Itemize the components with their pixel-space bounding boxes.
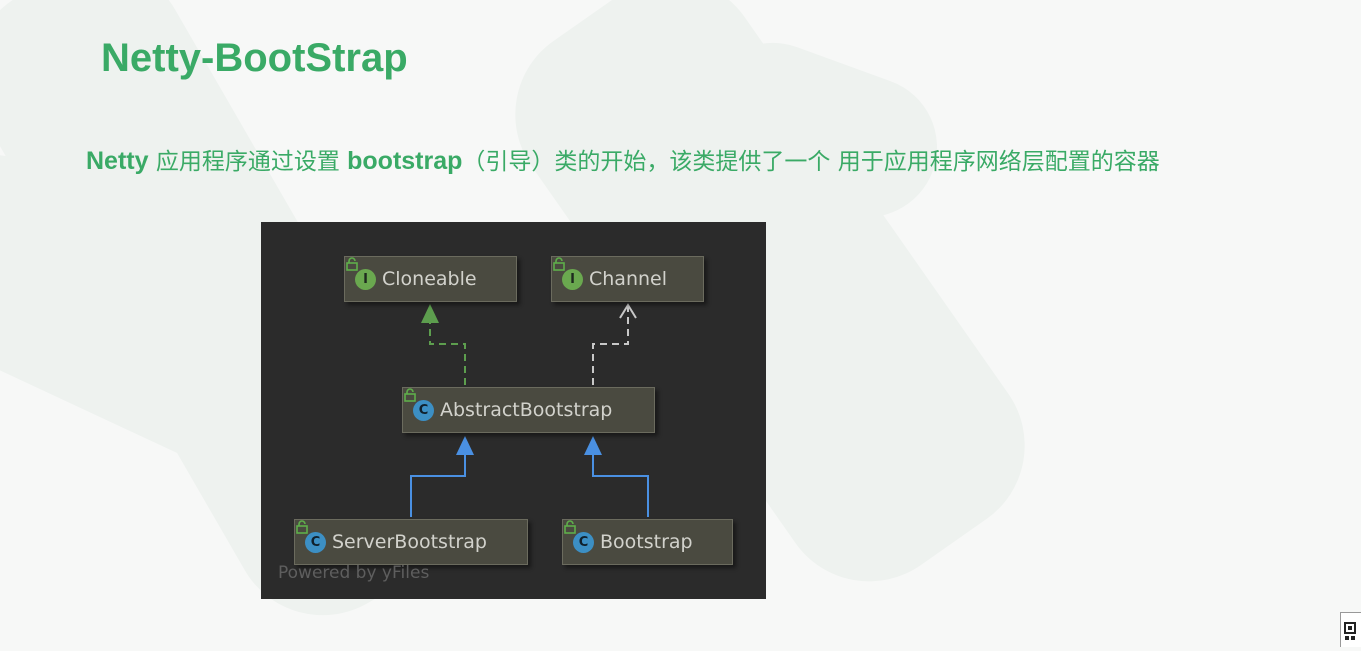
- qr-code-glyph: [1344, 622, 1356, 640]
- edge-abstract-cloneable: [429, 318, 466, 385]
- qr-code-icon[interactable]: [1340, 612, 1361, 647]
- node-label: ServerBootstrap: [332, 531, 487, 553]
- lock-icon: [553, 257, 565, 271]
- node-server-bootstrap[interactable]: C ServerBootstrap: [294, 519, 528, 565]
- yfiles-watermark: Powered by yFiles: [278, 563, 430, 583]
- description-text-2: （引导）类的开始，该类提供了一个 用于应用程序网络层配置的容器: [462, 149, 1160, 175]
- edge-server-abstract: [410, 452, 466, 517]
- node-label: AbstractBootstrap: [440, 399, 613, 421]
- class-badge-icon: C: [305, 531, 326, 553]
- description-text-1: 应用程序通过设置: [148, 149, 348, 175]
- interface-badge-icon: I: [355, 268, 376, 290]
- node-abstract-bootstrap[interactable]: C AbstractBootstrap: [402, 387, 655, 433]
- node-label: Cloneable: [382, 268, 477, 290]
- node-bootstrap[interactable]: C Bootstrap: [562, 519, 733, 565]
- arrowhead-abstract-left: [456, 436, 474, 455]
- node-cloneable[interactable]: I Cloneable: [344, 256, 517, 302]
- interface-badge-icon: I: [562, 268, 583, 290]
- slide-description: Netty 应用程序通过设置 bootstrap（引导）类的开始，该类提供了一个…: [86, 142, 1160, 176]
- lock-icon: [296, 520, 308, 534]
- class-badge-icon: C: [413, 399, 434, 421]
- class-badge-icon: C: [573, 531, 594, 553]
- lock-icon: [564, 520, 576, 534]
- lock-icon: [346, 257, 358, 271]
- node-label: Channel: [589, 268, 668, 290]
- description-netty: Netty: [86, 147, 149, 175]
- edge-abstract-channel: [592, 306, 629, 385]
- class-diagram: I Cloneable I Channel C AbstractBootstra…: [261, 222, 766, 599]
- arrowhead-cloneable: [421, 304, 439, 323]
- arrowhead-abstract-right: [584, 436, 602, 455]
- node-channel[interactable]: I Channel: [551, 256, 704, 302]
- node-label: Bootstrap: [600, 531, 693, 553]
- slide-title: Netty-BootStrap: [101, 36, 408, 80]
- edge-bootstrap-abstract: [592, 452, 649, 517]
- description-bootstrap: bootstrap: [347, 147, 463, 175]
- lock-icon: [404, 388, 416, 402]
